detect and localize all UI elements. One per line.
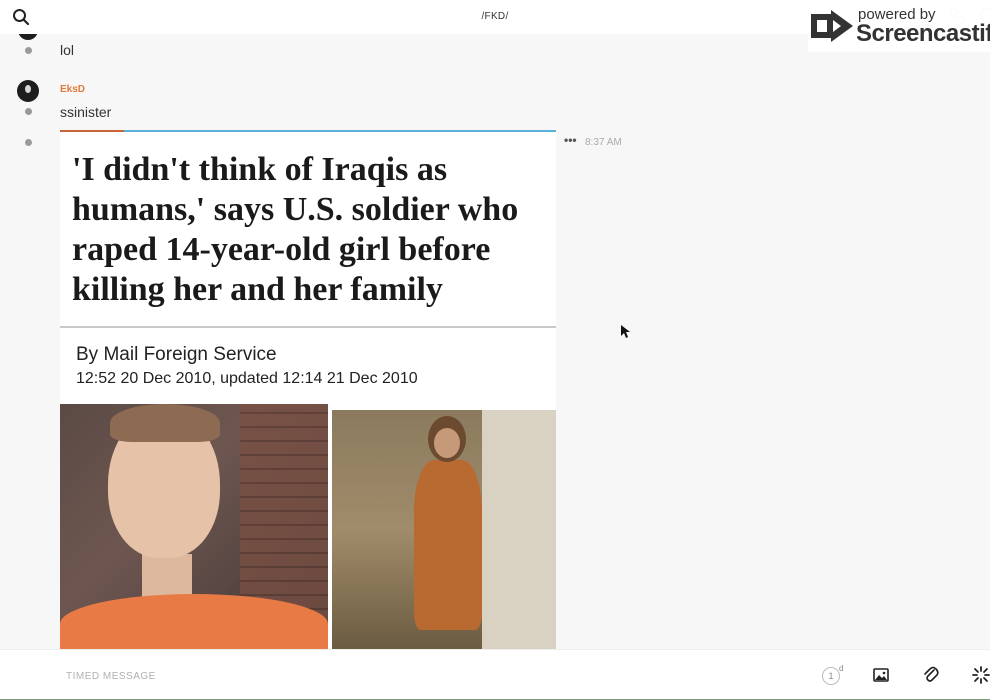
article-byline: By Mail Foreign Service (76, 344, 277, 365)
paperclip-icon[interactable] (923, 666, 939, 684)
timed-message-input[interactable] (66, 669, 666, 683)
timer-unit: d (839, 664, 844, 673)
timer-button[interactable]: 1 d (822, 664, 844, 685)
photo-wall (482, 410, 556, 649)
article-photo-soldier (60, 404, 328, 649)
message-actions-button[interactable]: ••• (564, 134, 578, 146)
photo-dress (414, 460, 482, 630)
message-text: lol (60, 42, 75, 58)
avatar[interactable] (17, 80, 39, 102)
message-composer: 1 d (0, 649, 990, 700)
image-attachment[interactable]: 'I didn't think of Iraqis as humans,' sa… (60, 130, 556, 649)
photo-hair (110, 404, 220, 442)
article-divider (60, 326, 556, 328)
photo-girl-face (434, 428, 460, 458)
timer-value: 1 (822, 667, 840, 685)
message-text: ssinister (60, 104, 112, 120)
article-photo-girl (332, 410, 556, 649)
message-feed[interactable]: lol EksD ssinister 'I didn't think of Ir… (0, 34, 990, 649)
article-dateline: 12:52 20 Dec 2010, updated 12:14 21 Dec … (76, 370, 418, 387)
message-timestamp: 8:37 AM (585, 137, 622, 148)
image-progress-bar-start (60, 130, 124, 132)
message-dot (25, 108, 32, 115)
message-dot (25, 139, 32, 146)
photo-orange-shirt (60, 594, 328, 649)
image-icon[interactable] (873, 667, 889, 683)
message-dot (25, 47, 32, 54)
article-headline: 'I didn't think of Iraqis as humans,' sa… (72, 151, 519, 308)
avatar[interactable] (18, 34, 38, 40)
message-username[interactable]: EksD (60, 84, 85, 95)
image-progress-bar (60, 130, 556, 132)
avatar-face (25, 85, 31, 93)
sparkle-icon[interactable] (972, 666, 990, 684)
